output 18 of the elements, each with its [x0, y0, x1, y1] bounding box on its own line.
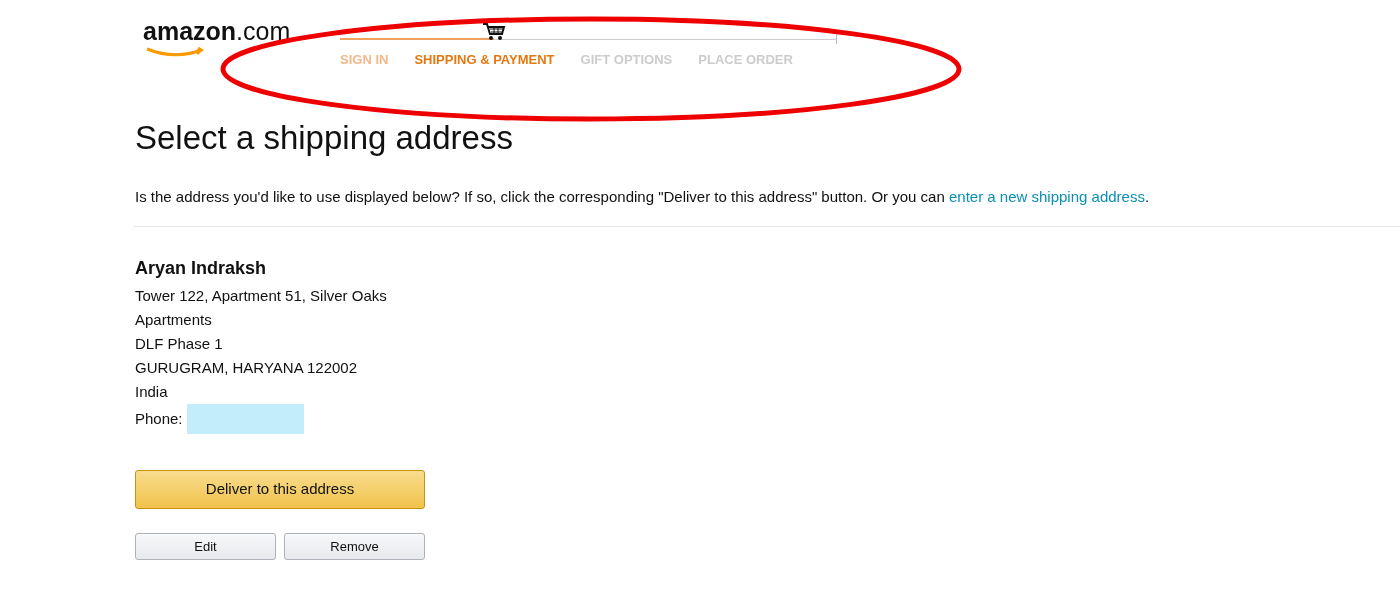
address-line: Tower 122, Apartment 51, Silver Oaks: [135, 286, 388, 307]
phone-label: Phone:: [135, 409, 183, 430]
checkout-step: SHIPPING & PAYMENT: [414, 50, 555, 70]
logo[interactable]: amazon.com: [143, 16, 291, 46]
recipient-name: Aryan Indraksh: [135, 257, 268, 281]
edit-button[interactable]: Edit: [135, 533, 276, 561]
address-line: DLF Phase 1: [135, 334, 224, 355]
smile-arrow-icon: [145, 46, 207, 58]
page-heading: Select a shipping address: [135, 118, 514, 158]
checkout-step: SIGN IN: [340, 50, 389, 70]
deliver-button[interactable]: Deliver to this address: [135, 470, 425, 510]
instruction-text: Is the address you'd like to use displayed below? If so, click the corresponding "Deliver to this address" button. Or you can enter a new shipping address.: [135, 186, 1151, 207]
cart-icon: [482, 22, 507, 42]
address-line: India: [135, 382, 169, 403]
address-line: GURUGRAM, HARYANA 122002: [135, 358, 359, 379]
address-line: Apartments: [135, 310, 213, 331]
new-address-link[interactable]: enter a new shipping address: [948, 187, 1145, 205]
remove-button[interactable]: Remove: [284, 533, 425, 561]
